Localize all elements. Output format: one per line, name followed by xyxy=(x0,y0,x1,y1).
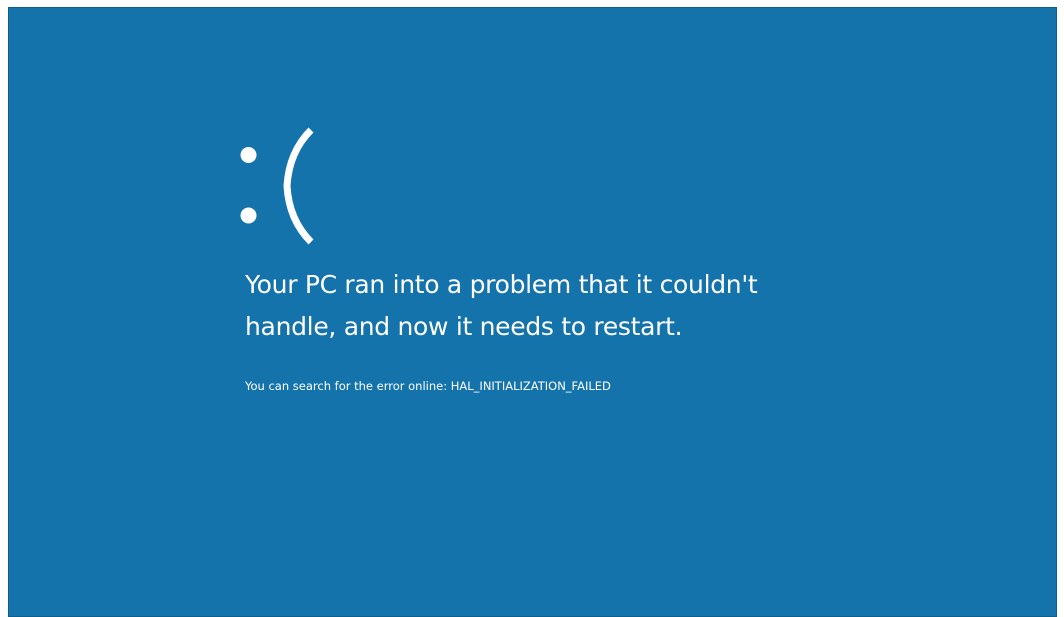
headline-line-2: handle, and now it needs to restart. xyxy=(245,312,683,341)
headline-line-1: Your PC ran into a problem that it could… xyxy=(245,270,758,299)
frown-parenthesis xyxy=(283,127,314,245)
error-code: HAL_INITIALIZATION_FAILED xyxy=(450,379,611,393)
error-search-hint: You can search for the error online: HAL… xyxy=(245,378,611,394)
sad-face-icon xyxy=(240,127,314,245)
blue-screen: Your PC ran into a problem that it could… xyxy=(8,7,1057,617)
upper-dot xyxy=(240,147,257,163)
sad-face-emoticon xyxy=(239,116,319,246)
lower-dot xyxy=(240,207,257,224)
search-hint-text: You can search for the error online: xyxy=(245,379,451,393)
headline: Your PC ran into a problem that it could… xyxy=(245,264,865,348)
